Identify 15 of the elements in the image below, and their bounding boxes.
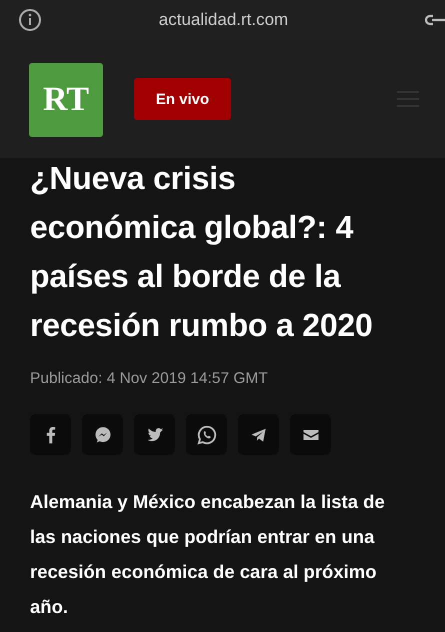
article-lede: Alemania y México encabezan la lista de las naciones que podrían entrar en una recesión económica de cara al próximo año. — [30, 490, 386, 619]
info-icon[interactable] — [18, 8, 42, 32]
messenger-icon — [92, 424, 112, 444]
share-facebook-button[interactable] — [30, 414, 71, 455]
share-messenger-button[interactable] — [82, 414, 123, 455]
share-twitter-button[interactable] — [134, 414, 175, 455]
phone-bubble-icon — [196, 424, 218, 446]
share-email-button[interactable] — [290, 414, 331, 455]
live-button[interactable]: En vivo — [134, 78, 231, 120]
share-whatsapp-button[interactable] — [186, 414, 227, 455]
publish-date: Publicado: 4 Nov 2019 14:57 GMT — [30, 370, 269, 388]
share-telegram-button[interactable] — [238, 414, 279, 455]
link-icon[interactable] — [425, 13, 445, 27]
url-text[interactable]: actualidad.rt.com — [42, 10, 405, 30]
article-title: ¿Nueva crisis económica global?: 4 países al borde de la recesión rumbo a 2020 — [30, 159, 374, 345]
